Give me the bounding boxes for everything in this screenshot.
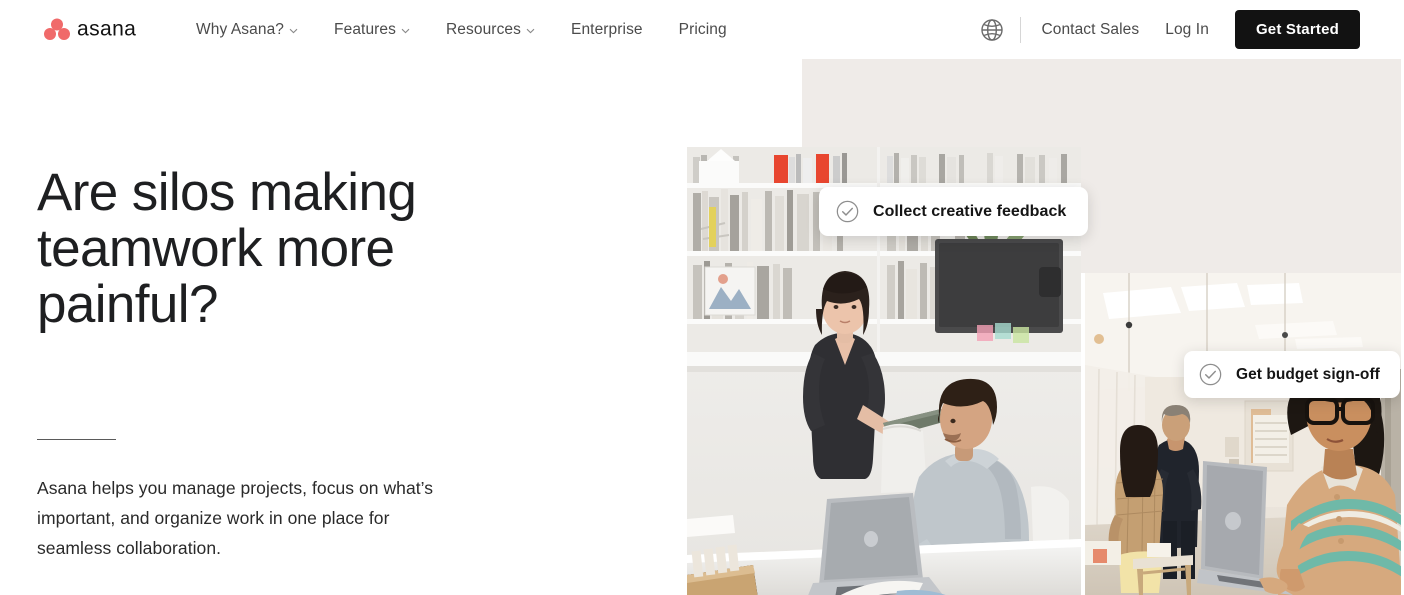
nav-item-label: Pricing xyxy=(678,20,727,38)
office-laptop-photo xyxy=(1085,273,1402,595)
check-circle-icon xyxy=(836,200,859,223)
nav-item-why-asana[interactable]: Why Asana? xyxy=(196,21,316,39)
check-circle-icon xyxy=(1199,363,1222,386)
task-card-label: Get budget sign-off xyxy=(1236,365,1380,383)
task-card-label: Collect creative feedback xyxy=(873,202,1067,220)
nav-item-label: Features xyxy=(334,20,396,38)
nav-item-pricing[interactable]: Pricing xyxy=(679,21,727,39)
svg-text:asana: asana xyxy=(77,18,136,40)
nav-item-label: Why Asana? xyxy=(196,20,285,38)
site-header: asana Why Asana? Features Resources Ente… xyxy=(0,0,1404,59)
asana-logo[interactable]: asana xyxy=(44,17,180,41)
nav-item-features[interactable]: Features xyxy=(334,21,428,39)
hero-divider xyxy=(37,439,116,440)
contact-sales-link[interactable]: Contact Sales xyxy=(1041,21,1139,39)
chevron-down-icon xyxy=(289,28,298,33)
nav-item-resources[interactable]: Resources xyxy=(446,21,553,39)
task-card-budget-signoff: Get budget sign-off xyxy=(1184,351,1400,398)
hero-description: Asana helps you manage projects, focus o… xyxy=(37,478,434,558)
nav-item-label: Enterprise xyxy=(571,20,643,38)
asana-wordmark: asana xyxy=(77,18,136,40)
chevron-down-icon xyxy=(526,28,535,33)
chevron-down-icon xyxy=(401,28,410,33)
header-actions: Contact Sales Log In Get Started xyxy=(980,0,1404,59)
hero-section: Are silos making teamwork more painful? … xyxy=(37,165,507,563)
nav-item-label: Resources xyxy=(446,20,521,38)
header-divider xyxy=(1020,16,1022,43)
page-title: Are silos making teamwork more painful? xyxy=(37,163,417,334)
primary-navigation: Why Asana? Features Resources Enterprise xyxy=(196,0,727,59)
globe-icon[interactable] xyxy=(980,18,1004,42)
get-started-button[interactable]: Get Started xyxy=(1234,10,1360,49)
task-card-collect-feedback: Collect creative feedback xyxy=(819,187,1089,236)
asana-logo-icon xyxy=(44,18,70,40)
nav-item-enterprise[interactable]: Enterprise xyxy=(571,21,661,39)
page-root: asana Why Asana? Features Resources Ente… xyxy=(0,0,1404,595)
log-in-link[interactable]: Log In xyxy=(1165,21,1209,39)
